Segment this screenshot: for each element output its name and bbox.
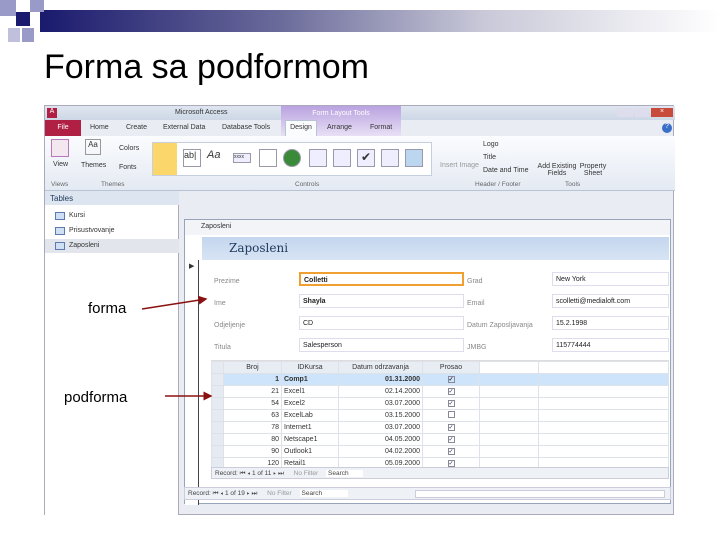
- arrow-to-form: [141, 295, 208, 310]
- annotation-arrows: [141, 295, 213, 401]
